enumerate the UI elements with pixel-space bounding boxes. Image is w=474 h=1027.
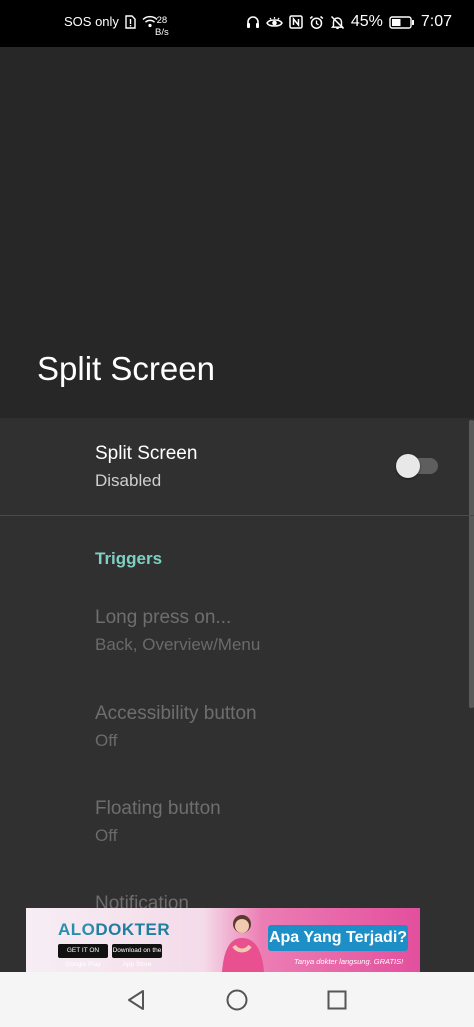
clock-time: 7:07 — [420, 13, 452, 30]
trigger-long-press-summary: Back, Overview/Menu — [95, 635, 261, 654]
trigger-accessibility-button[interactable]: Accessibility button Off — [0, 703, 474, 783]
nfc-icon — [289, 15, 303, 29]
trigger-accessibility-summary: Off — [95, 731, 118, 750]
ad-headline: Apa Yang Terjadi? — [268, 925, 408, 951]
ad-banner[interactable]: ALODOKTER GET IT ON Google Play Download… — [26, 908, 420, 972]
navigation-bar — [0, 972, 474, 1027]
headset-icon — [246, 16, 259, 28]
home-icon[interactable] — [223, 986, 251, 1014]
ad-tagline: Tanya dokter langsung. GRATIS! — [294, 957, 404, 966]
trigger-floating-summary: Off — [95, 826, 118, 845]
app-store-badge[interactable]: Download on the App Store — [112, 944, 162, 968]
split-screen-summary: Disabled — [95, 471, 162, 490]
ad-logo: ALODOKTER — [58, 920, 171, 939]
status-right: 45% 7:07 — [246, 13, 452, 31]
network-speed-unit: B/s — [155, 27, 169, 38]
split-screen-switch-thumb[interactable] — [396, 454, 420, 478]
trigger-floating-button[interactable]: Floating button Off — [0, 798, 474, 878]
eye-comfort-icon — [265, 16, 283, 27]
battery-percent: 45% — [350, 13, 383, 30]
carrier-text: SOS only — [64, 14, 119, 29]
app-header: Split Screen — [0, 47, 474, 418]
split-screen-toggle-row[interactable]: Split Screen Disabled — [0, 418, 474, 516]
trigger-floating-title: Floating button — [95, 798, 221, 819]
recents-icon[interactable] — [323, 986, 351, 1014]
battery-icon — [389, 15, 414, 29]
page-title: Split Screen — [37, 350, 215, 387]
status-bar: SOS only 28 B/s 45% 7:07 — [0, 0, 474, 47]
network-speed: 28 B/s — [155, 15, 169, 39]
triggers-section-header: Triggers — [95, 549, 163, 568]
trigger-accessibility-title: Accessibility button — [95, 703, 257, 724]
google-play-badge[interactable]: GET IT ON Google Play — [58, 944, 108, 968]
mute-icon — [330, 15, 344, 29]
split-screen-title: Split Screen — [95, 443, 198, 464]
status-left: SOS only — [64, 14, 158, 29]
trigger-long-press-title: Long press on... — [95, 607, 232, 628]
back-icon[interactable] — [123, 986, 151, 1014]
network-speed-value: 28 — [156, 15, 168, 26]
ad-person-image — [222, 915, 264, 972]
alarm-icon — [309, 15, 324, 29]
sim-alert-icon — [125, 14, 136, 29]
trigger-long-press[interactable]: Long press on... Back, Overview/Menu — [0, 607, 474, 687]
